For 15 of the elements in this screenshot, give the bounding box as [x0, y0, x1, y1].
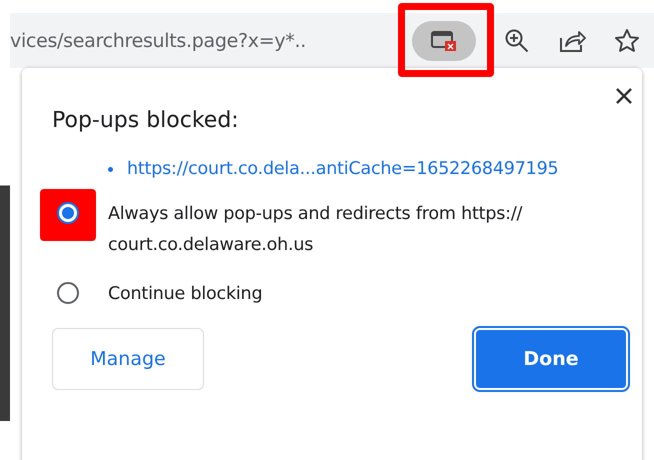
- popup-blocked-button[interactable]: [412, 20, 476, 60]
- radio-button[interactable]: [57, 282, 79, 304]
- window-blocked-icon: [431, 30, 457, 52]
- manage-button[interactable]: Manage: [52, 328, 204, 390]
- option-label[interactable]: Continue blocking: [108, 279, 638, 310]
- star-icon[interactable]: [614, 28, 640, 54]
- done-button[interactable]: Done: [474, 328, 628, 390]
- blocked-popup-link[interactable]: https://court.co.dela...antiCache=1652268497195: [127, 159, 558, 179]
- close-button[interactable]: [614, 86, 634, 106]
- option-label[interactable]: Always allow pop-ups and redirects from https:// court.co.delaware.oh.us: [108, 199, 638, 261]
- close-icon: [616, 88, 632, 104]
- url-text[interactable]: vices/searchresults.page?x=y*..: [10, 30, 306, 52]
- zoom-in-icon[interactable]: [504, 28, 530, 54]
- dialog-title: Pop-ups blocked:: [52, 108, 240, 133]
- bullet-icon: [108, 166, 113, 172]
